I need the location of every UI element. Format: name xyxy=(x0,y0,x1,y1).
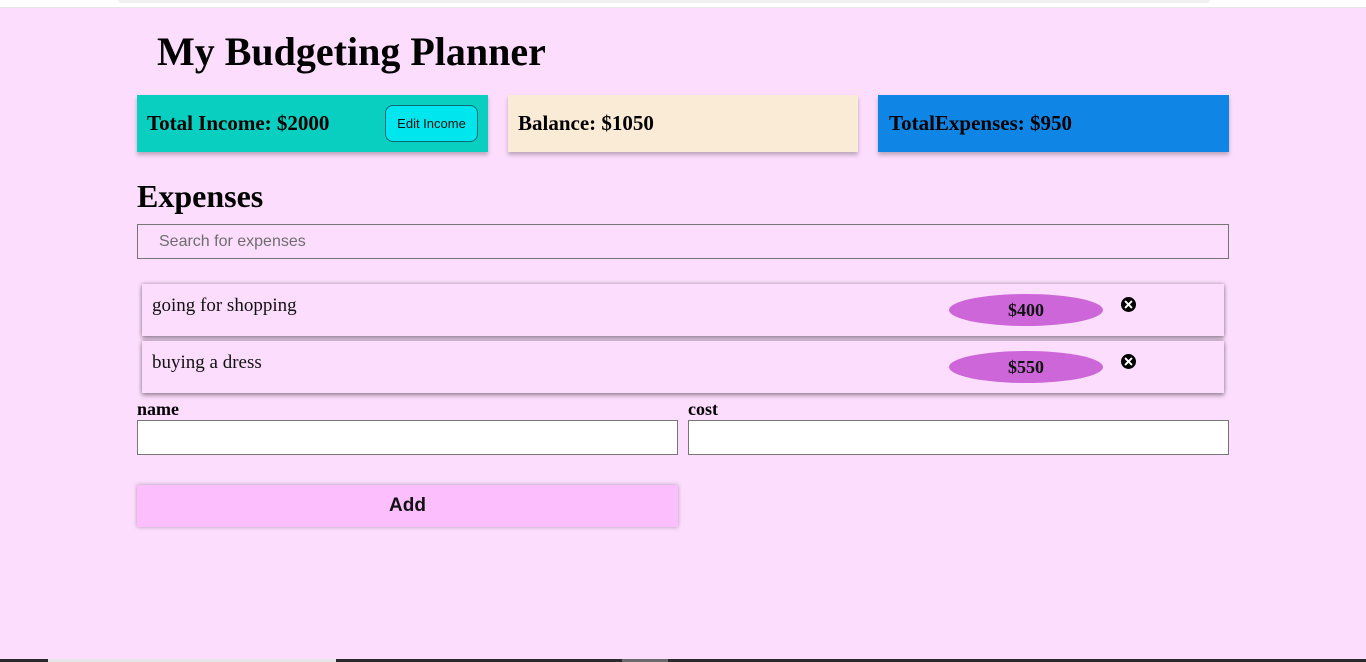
expense-cost-badge: $400 xyxy=(949,294,1103,326)
browser-top-strip xyxy=(0,0,1366,8)
total-expenses-card: TotalExpenses: $950 xyxy=(878,95,1229,152)
expenses-heading: Expenses xyxy=(137,178,264,214)
total-expenses-text: TotalExpenses: $950 xyxy=(889,111,1073,135)
name-field[interactable] xyxy=(137,420,678,455)
page-title: My Budgeting Planner xyxy=(157,29,546,74)
edit-income-button[interactable]: Edit Income xyxy=(385,105,478,142)
close-circle-icon[interactable] xyxy=(1121,354,1136,369)
expense-cost-badge: $550 xyxy=(949,351,1103,383)
cost-label: cost xyxy=(688,399,718,419)
cost-field[interactable] xyxy=(688,420,1229,455)
search-input[interactable] xyxy=(137,224,1229,259)
add-button[interactable]: Add xyxy=(137,485,678,527)
expense-item: buying a dress $550 xyxy=(142,341,1224,393)
close-circle-icon[interactable] xyxy=(1121,297,1136,312)
balance-text: Balance: $1050 xyxy=(518,111,654,135)
browser-tab-edge xyxy=(118,0,1210,3)
expense-name: buying a dress xyxy=(152,352,262,373)
total-income-text: Total Income: $2000 xyxy=(147,111,330,135)
balance-card: Balance: $1050 xyxy=(508,95,858,152)
expense-name: going for shopping xyxy=(152,295,297,316)
expense-item: going for shopping $400 xyxy=(142,284,1224,336)
name-label: name xyxy=(137,399,179,419)
total-income-card: Total Income: $2000 Edit Income xyxy=(137,95,488,152)
